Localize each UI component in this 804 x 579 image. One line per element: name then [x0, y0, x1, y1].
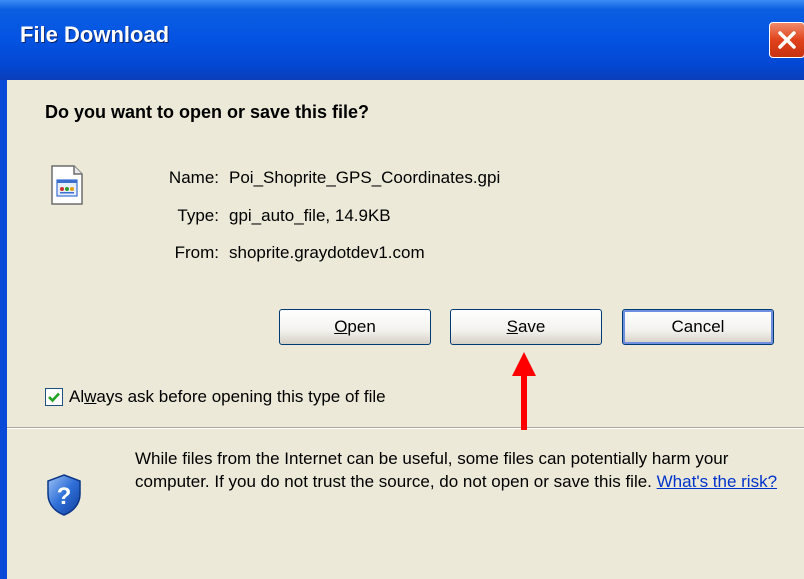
warning-text: While files from the Internet can be use…: [135, 449, 729, 491]
red-arrow-annotation: [512, 352, 536, 430]
title-bar[interactable]: File Download: [0, 0, 804, 80]
dialog-question: Do you want to open or save this file?: [45, 102, 370, 122]
close-button[interactable]: [769, 22, 804, 58]
type-value: gpi_auto_file, 14.9KB: [229, 206, 391, 225]
file-download-dialog: File Download Do you want to open or sav…: [0, 0, 804, 579]
always-ask-label: Always ask before opening this type of f…: [69, 387, 386, 406]
cancel-label: Cancel: [671, 317, 725, 336]
open-button[interactable]: Open: [279, 309, 431, 345]
from-label: From:: [174, 243, 219, 262]
name-value: Poi_Shoprite_GPS_Coordinates.gpi: [229, 168, 501, 187]
dialog-body: Do you want to open or save this file? N…: [7, 80, 804, 579]
open-mnemonic: O: [334, 317, 348, 336]
always-ask-checkbox[interactable]: [45, 388, 63, 406]
whats-the-risk-link[interactable]: What's the risk?: [657, 472, 777, 491]
checkmark-icon: [48, 392, 60, 403]
save-label: ave: [517, 317, 546, 336]
svg-text:?: ?: [57, 483, 72, 510]
save-button[interactable]: Save: [450, 309, 602, 345]
type-label: Type:: [177, 206, 219, 225]
cancel-button[interactable]: Cancel: [622, 309, 774, 345]
from-value: shoprite.graydotdev1.com: [229, 243, 425, 262]
close-icon: [778, 31, 796, 49]
window-border: [0, 80, 7, 579]
window-title: File Download: [20, 22, 170, 47]
save-mnemonic: S: [506, 317, 518, 336]
shield-question-icon: ?: [47, 474, 81, 516]
name-label: Name:: [168, 168, 219, 187]
security-warning-text: While files from the Internet can be use…: [135, 447, 785, 493]
security-warning-area: ? While files from the Internet can be u…: [7, 429, 804, 579]
open-label: pen: [347, 317, 376, 336]
file-icon: [51, 165, 83, 205]
